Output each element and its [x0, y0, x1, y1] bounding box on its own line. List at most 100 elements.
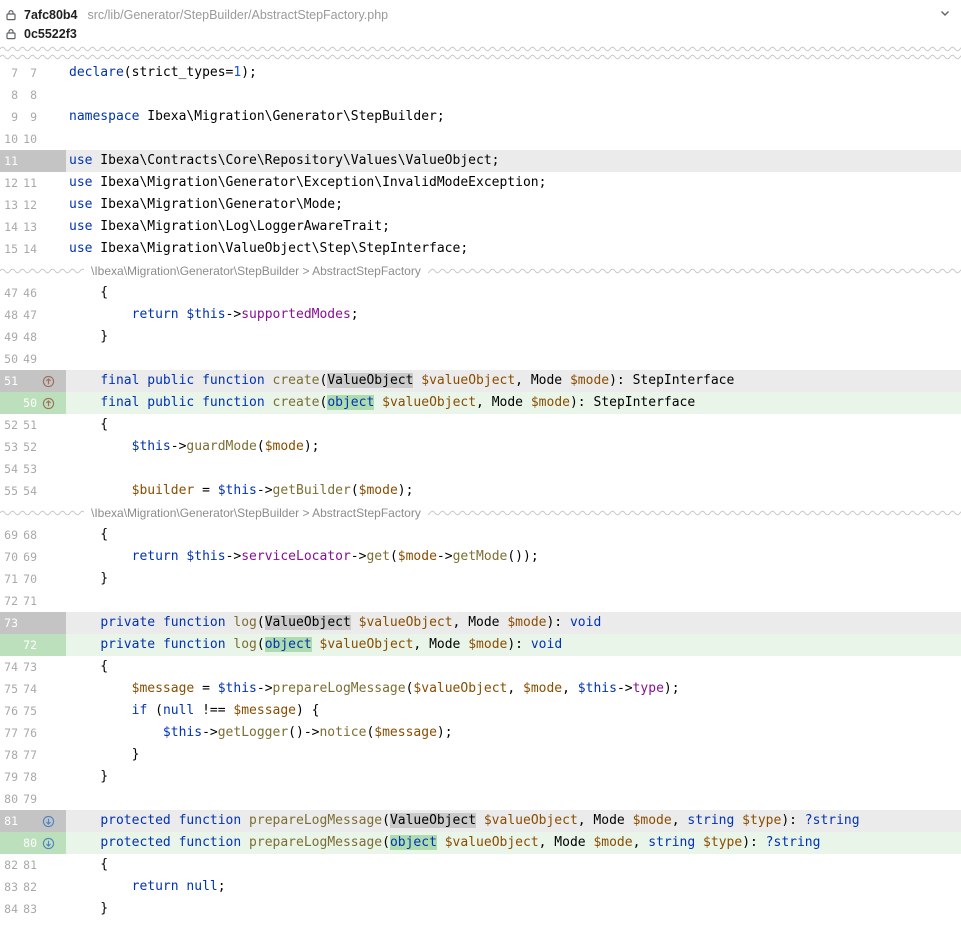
code-line[interactable]: {	[69, 656, 961, 678]
code-line[interactable]	[69, 788, 961, 810]
code-token: return	[132, 549, 179, 564]
code-line[interactable]: $this->getLogger()->notice($message);	[69, 722, 961, 744]
gutter: 88	[0, 84, 66, 106]
code-line[interactable]: namespace Ibexa\Migration\Generator\Step…	[69, 106, 961, 128]
code-token: ): StepInterface	[609, 373, 734, 388]
diff-row: 7473 {	[0, 656, 961, 678]
collapsed-region-separator[interactable]: \Ibexa\Migration\Generator\StepBuilder >…	[0, 260, 961, 282]
gutter-icon-area	[37, 546, 66, 568]
gutter-icon-area	[37, 854, 66, 876]
diff-row: 72 private function log(object $valueObj…	[0, 634, 961, 656]
diff-row: 5453	[0, 458, 961, 480]
code-token: Ibexa\Migration\Generator\Mode;	[92, 197, 342, 212]
code-token: ->	[437, 549, 453, 564]
code-token	[695, 835, 703, 850]
code-token: ->	[171, 439, 187, 454]
code-line[interactable]: }	[69, 766, 961, 788]
gutter-icon-area	[37, 744, 66, 766]
diff-row: 51 final public function create(ValueObj…	[0, 370, 961, 392]
code-line[interactable]: {	[69, 524, 961, 546]
code-token: =	[194, 483, 217, 498]
code-token: protected	[100, 835, 170, 850]
code-line[interactable]: }	[69, 326, 961, 348]
code-line[interactable]: {	[69, 282, 961, 304]
code-line[interactable]: }	[69, 898, 961, 920]
line-number-old: 70	[2, 546, 18, 568]
gutter-icon-area	[37, 414, 66, 436]
code-line[interactable]: use Ibexa\Migration\Generator\Exception\…	[69, 172, 961, 194]
code-token: (	[382, 813, 390, 828]
changed-word: object	[390, 835, 437, 850]
line-number-new: 80	[18, 832, 37, 854]
code-line[interactable]: return null;	[69, 876, 961, 898]
code-token: protected	[100, 813, 170, 828]
code-token	[374, 395, 382, 410]
code-line[interactable]: {	[69, 414, 961, 436]
code-line[interactable]: use Ibexa\Migration\ValueObject\Step\Ste…	[69, 238, 961, 260]
chevron-down-icon[interactable]	[937, 5, 953, 21]
line-number-old: 14	[2, 216, 18, 238]
line-number-old: 51	[2, 370, 18, 392]
code-token: namespace	[69, 109, 139, 124]
line-number-new: 83	[18, 898, 37, 920]
code-line[interactable]: private function log(ValueObject $valueO…	[69, 612, 961, 634]
line-number-new	[18, 810, 37, 832]
override-method-icon[interactable]	[42, 397, 55, 410]
code-token: type	[633, 681, 664, 696]
code-token: $builder	[132, 483, 195, 498]
overridden-method-icon[interactable]	[42, 837, 55, 850]
gutter: 7978	[0, 766, 66, 788]
gutter-icon-area	[37, 62, 66, 84]
collapsed-region-separator[interactable]	[0, 44, 961, 62]
code-line[interactable]: $message = $this->prepareLogMessage($val…	[69, 678, 961, 700]
line-number-new: 72	[18, 634, 37, 656]
code-token: serviceLocator	[241, 549, 351, 564]
code-line[interactable]: final public function create(object $val…	[69, 392, 961, 414]
gutter-icon-area	[37, 128, 66, 150]
code-token: {	[69, 527, 108, 542]
code-line[interactable]: if (null !== $message) {	[69, 700, 961, 722]
code-line[interactable]: {	[69, 854, 961, 876]
code-token: Ibexa\Migration\Generator\Exception\Inva…	[92, 175, 546, 190]
code-token: $this	[218, 483, 257, 498]
override-method-icon[interactable]	[42, 375, 55, 388]
gutter: 5251	[0, 414, 66, 436]
code-line[interactable]: }	[69, 744, 961, 766]
line-number-old: 72	[2, 590, 18, 612]
code-line[interactable]	[69, 590, 961, 612]
revision-hash-left: 7afc80b4	[24, 8, 78, 22]
gutter: 5049	[0, 348, 66, 370]
code-token: final	[100, 395, 139, 410]
code-token: function	[163, 615, 226, 630]
line-number-old: 78	[2, 744, 18, 766]
line-number-old: 7	[2, 62, 18, 84]
code-line[interactable]: use Ibexa\Migration\Log\LoggerAwareTrait…	[69, 216, 961, 238]
line-number-new	[18, 150, 37, 172]
code-line[interactable]: }	[69, 568, 961, 590]
code-token: ->	[351, 549, 367, 564]
code-line[interactable]: private function log(object $valueObject…	[69, 634, 961, 656]
code-line[interactable]	[69, 84, 961, 106]
overridden-method-icon[interactable]	[42, 815, 55, 828]
code-line[interactable]: $builder = $this->getBuilder($mode);	[69, 480, 961, 502]
diff-row: 7877 }	[0, 744, 961, 766]
code-token: $this	[186, 307, 225, 322]
gutter-icon-area	[37, 326, 66, 348]
code-token: null	[186, 879, 217, 894]
diff-row: 7675 if (null !== $message) {	[0, 700, 961, 722]
code-line[interactable]: protected function prepareLogMessage(obj…	[69, 832, 961, 854]
code-line[interactable]: return $this->serviceLocator->get($mode-…	[69, 546, 961, 568]
code-line[interactable]	[69, 348, 961, 370]
code-line[interactable]: final public function create(ValueObject…	[69, 370, 961, 392]
code-line[interactable]: declare(strict_types=1);	[69, 62, 961, 84]
code-line[interactable]: use Ibexa\Migration\Generator\Mode;	[69, 194, 961, 216]
collapsed-region-separator[interactable]: \Ibexa\Migration\Generator\StepBuilder >…	[0, 502, 961, 524]
code-line[interactable]	[69, 458, 961, 480]
line-number-old: 50	[2, 348, 18, 370]
code-line[interactable]: use Ibexa\Contracts\Core\Repository\Valu…	[69, 150, 961, 172]
line-number-new: 81	[18, 854, 37, 876]
code-line[interactable]: protected function prepareLogMessage(Val…	[69, 810, 961, 832]
code-line[interactable]	[69, 128, 961, 150]
code-line[interactable]: return $this->supportedModes;	[69, 304, 961, 326]
code-line[interactable]: $this->guardMode($mode);	[69, 436, 961, 458]
